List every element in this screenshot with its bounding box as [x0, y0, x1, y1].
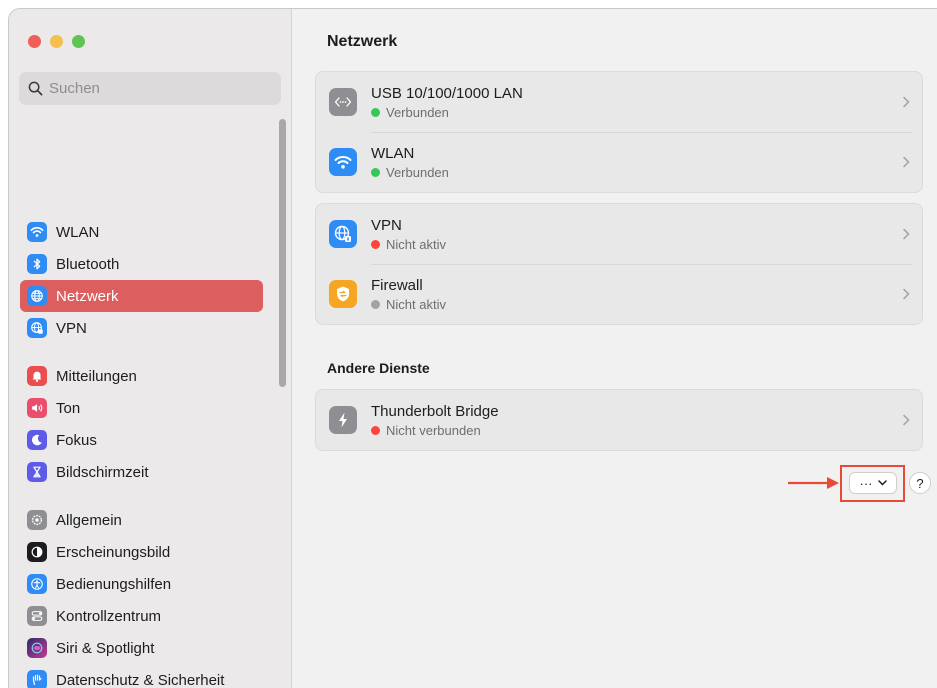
sidebar-item-bedienungshilfen[interactable]: Bedienungshilfen — [20, 568, 263, 600]
sidebar: WLAN Bluetooth Netzwerk VPN Mitteilungen — [9, 9, 292, 688]
status-dot-green — [371, 108, 380, 117]
minimize-button[interactable] — [50, 35, 63, 48]
chevron-down-icon — [878, 480, 887, 486]
service-status: Nicht verbunden — [371, 423, 499, 438]
status-dot-gray — [371, 300, 380, 309]
service-row-wlan[interactable]: WLAN Verbunden — [316, 132, 922, 192]
settings-window: WLAN Bluetooth Netzwerk VPN Mitteilungen — [8, 8, 937, 688]
annotation-arrow-icon — [787, 475, 841, 491]
status-text: Verbunden — [386, 105, 449, 120]
sidebar-item-label: Ton — [56, 400, 80, 417]
service-row-firewall[interactable]: Firewall Nicht aktiv — [316, 264, 922, 324]
zoom-button[interactable] — [72, 35, 85, 48]
bell-icon — [27, 366, 47, 386]
sidebar-item-label: Bildschirmzeit — [56, 464, 149, 481]
hourglass-icon — [27, 462, 47, 482]
sidebar-scrollbar[interactable] — [279, 119, 286, 387]
traffic-lights — [28, 35, 85, 48]
sidebar-item-ton[interactable]: Ton — [20, 392, 263, 424]
other-services-group: Thunderbolt Bridge Nicht verbunden — [315, 389, 923, 451]
sidebar-item-bildschirmzeit[interactable]: Bildschirmzeit — [20, 456, 263, 488]
appearance-icon — [27, 542, 47, 562]
sidebar-item-label: Kontrollzentrum — [56, 608, 161, 625]
sidebar-item-label: Datenschutz & Sicherheit — [56, 672, 224, 688]
moon-icon — [27, 430, 47, 450]
status-text: Verbunden — [386, 165, 449, 180]
service-status: Nicht aktiv — [371, 237, 446, 252]
speaker-icon — [27, 398, 47, 418]
vpn-globe-icon — [329, 220, 357, 248]
gear-icon — [27, 510, 47, 530]
sidebar-item-label: WLAN — [56, 224, 99, 241]
service-name: WLAN — [371, 145, 449, 162]
network-services-group: USB 10/100/1000 LAN Verbunden WLAN Verbu… — [315, 71, 923, 193]
search-input[interactable] — [49, 80, 269, 97]
sidebar-item-label: Bedienungshilfen — [56, 576, 171, 593]
globe-icon — [27, 286, 47, 306]
more-actions-button[interactable]: ··· — [849, 472, 897, 494]
sidebar-item-siri-spotlight[interactable]: Siri & Spotlight — [20, 632, 263, 664]
status-dot-red — [371, 426, 380, 435]
sidebar-item-kontrollzentrum[interactable]: Kontrollzentrum — [20, 600, 263, 632]
security-group: VPN Nicht aktiv Firewall Nicht aktiv — [315, 203, 923, 325]
service-name: USB 10/100/1000 LAN — [371, 85, 523, 102]
help-button[interactable]: ? — [909, 472, 931, 494]
status-dot-green — [371, 168, 380, 177]
service-name: VPN — [371, 217, 446, 234]
firewall-icon — [329, 280, 357, 308]
service-name: Firewall — [371, 277, 446, 294]
service-row-thunderbolt-bridge[interactable]: Thunderbolt Bridge Nicht verbunden — [316, 390, 922, 450]
status-dot-red — [371, 240, 380, 249]
thunderbolt-icon — [329, 406, 357, 434]
service-row-usb-lan[interactable]: USB 10/100/1000 LAN Verbunden — [316, 72, 922, 132]
sidebar-item-erscheinungsbild[interactable]: Erscheinungsbild — [20, 536, 263, 568]
search-field[interactable] — [19, 72, 281, 105]
service-row-vpn[interactable]: VPN Nicht aktiv — [316, 204, 922, 264]
chevron-right-icon — [902, 96, 910, 108]
ellipsis-icon: ··· — [860, 476, 873, 491]
sidebar-item-label: Erscheinungsbild — [56, 544, 170, 561]
sidebar-item-allgemein[interactable]: Allgemein — [20, 504, 263, 536]
chevron-right-icon — [902, 288, 910, 300]
close-button[interactable] — [28, 35, 41, 48]
sidebar-item-vpn[interactable]: VPN — [20, 312, 263, 344]
accessibility-icon — [27, 574, 47, 594]
sidebar-item-label: Mitteilungen — [56, 368, 137, 385]
main-content: Netzwerk USB 10/100/1000 LAN Verbunden W… — [293, 9, 937, 688]
sidebar-item-label: Bluetooth — [56, 256, 119, 273]
service-name: Thunderbolt Bridge — [371, 403, 499, 420]
service-status: Verbunden — [371, 165, 449, 180]
chevron-right-icon — [902, 156, 910, 168]
chevron-right-icon — [902, 414, 910, 426]
wifi-icon — [27, 222, 47, 242]
wifi-icon — [329, 148, 357, 176]
chevron-right-icon — [902, 228, 910, 240]
sidebar-item-label: VPN — [56, 320, 87, 337]
page-title: Netzwerk — [327, 33, 397, 51]
service-status: Verbunden — [371, 105, 523, 120]
hand-icon — [27, 670, 47, 688]
sidebar-item-netzwerk[interactable]: Netzwerk — [20, 280, 263, 312]
sidebar-item-label: Fokus — [56, 432, 97, 449]
status-text: Nicht verbunden — [386, 423, 481, 438]
sidebar-item-datenschutz[interactable]: Datenschutz & Sicherheit — [20, 664, 263, 688]
ethernet-icon — [329, 88, 357, 116]
sidebar-item-label: Allgemein — [56, 512, 122, 529]
toggles-icon — [27, 606, 47, 626]
section-title-other-services: Andere Dienste — [327, 360, 430, 376]
sidebar-item-wlan[interactable]: WLAN — [20, 216, 263, 248]
sidebar-item-label: Netzwerk — [56, 288, 119, 305]
bluetooth-icon — [27, 254, 47, 274]
sidebar-item-label: Siri & Spotlight — [56, 640, 154, 657]
search-icon — [28, 81, 43, 96]
status-text: Nicht aktiv — [386, 237, 446, 252]
vpn-globe-icon — [27, 318, 47, 338]
siri-icon — [27, 638, 47, 658]
service-status: Nicht aktiv — [371, 297, 446, 312]
sidebar-item-mitteilungen[interactable]: Mitteilungen — [20, 360, 263, 392]
sidebar-item-bluetooth[interactable]: Bluetooth — [20, 248, 263, 280]
sidebar-item-fokus[interactable]: Fokus — [20, 424, 263, 456]
status-text: Nicht aktiv — [386, 297, 446, 312]
